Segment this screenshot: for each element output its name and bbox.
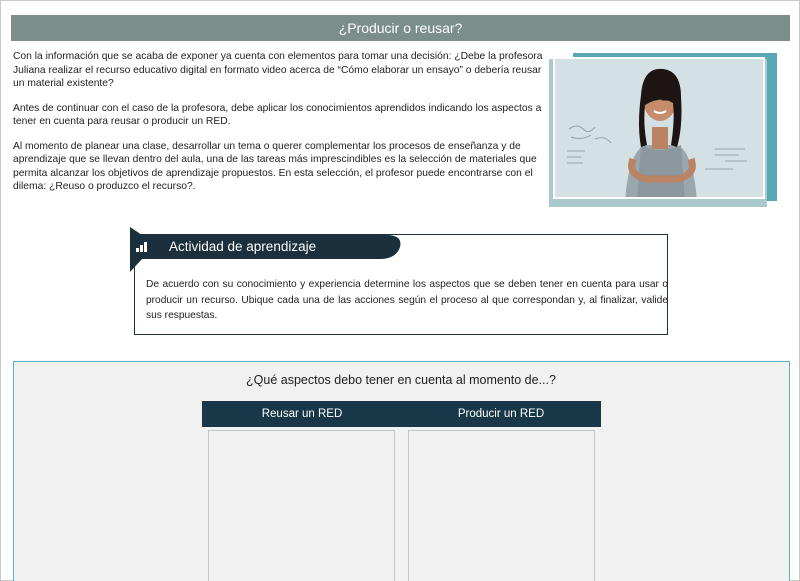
activity-title: Actividad de aprendizaje bbox=[169, 239, 317, 254]
intro-paragraph-3: Al momento de planear una clase, desarro… bbox=[13, 140, 537, 193]
intro-text: Con la información que se acaba de expon… bbox=[13, 50, 543, 205]
column-header-produce: Producir un RED bbox=[401, 401, 601, 427]
drop-zone-reuse[interactable] bbox=[208, 430, 395, 581]
column-header-reuse: Reusar un RED bbox=[202, 401, 402, 427]
drag-drop-panel bbox=[13, 361, 790, 581]
page-title: ¿Producir o reusar? bbox=[11, 15, 790, 41]
drop-zone-produce[interactable] bbox=[408, 430, 595, 581]
presenter-image bbox=[555, 59, 763, 197]
task-question: ¿Qué aspectos debo tener en cuenta al mo… bbox=[246, 373, 556, 387]
video-player[interactable] bbox=[549, 53, 777, 207]
intro-paragraph-2: Antes de continuar con el caso de la pro… bbox=[13, 102, 542, 128]
intro-paragraph-1: Con la información que se acaba de expon… bbox=[13, 51, 543, 89]
activity-instructions: De acuerdo con su conocimiento y experie… bbox=[146, 279, 668, 321]
video-thumbnail[interactable] bbox=[553, 57, 765, 199]
